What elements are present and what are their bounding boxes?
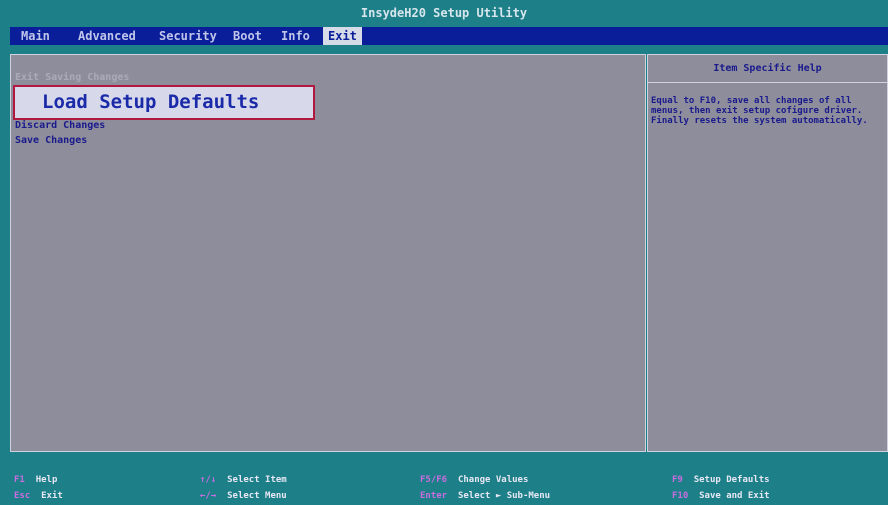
key-desc: Help — [35, 475, 58, 485]
key-label: ↑/↓ — [200, 475, 217, 485]
tab-boot[interactable]: Boot — [228, 27, 267, 45]
window-title: InsydeH20 Setup Utility — [0, 0, 888, 27]
key-desc: Select Item — [227, 475, 287, 485]
tab-main[interactable]: Main — [16, 27, 55, 45]
key-label: Esc — [14, 491, 31, 501]
key-desc: Exit — [41, 491, 63, 501]
key-label: F9 — [672, 475, 683, 485]
key-label: ←/→ — [200, 491, 217, 501]
key-hint-help: F1 Help — [14, 472, 57, 488]
menu-item-load-setup-defaults[interactable]: Load Setup Defaults — [13, 85, 315, 120]
help-title: Item Specific Help — [648, 55, 887, 83]
key-hint-change-values: F5/F6 Change Values — [420, 472, 528, 488]
menu-bar: Main Advanced Security Boot Info Exit — [10, 27, 888, 45]
help-panel: Item Specific Help Equal to F10, save al… — [647, 54, 888, 452]
key-legend: F1 Help Esc Exit ↑/↓ Select Item ←/→ Sel… — [0, 470, 888, 505]
tab-exit[interactable]: Exit — [323, 27, 362, 45]
menu-item-exit-saving-changes[interactable]: Exit Saving Changes — [15, 72, 129, 84]
key-label: F5/F6 — [420, 475, 448, 485]
key-hint-select-menu: ←/→ Select Menu — [200, 488, 287, 504]
key-desc: Select Menu — [227, 491, 287, 501]
key-desc: Select ► Sub-Menu — [457, 491, 551, 501]
key-hint-select-item: ↑/↓ Select Item — [200, 472, 287, 488]
key-label: F1 — [14, 475, 25, 485]
key-hint-save-exit: F10 Save and Exit — [672, 488, 770, 504]
tab-info[interactable]: Info — [276, 27, 315, 45]
menu-item-discard-changes[interactable]: Discard Changes — [15, 120, 105, 132]
key-hint-sub-menu: Enter Select ► Sub-Menu — [420, 488, 550, 504]
key-hint-setup-defaults: F9 Setup Defaults — [672, 472, 770, 488]
tab-security[interactable]: Security — [154, 27, 222, 45]
menu-item-save-changes[interactable]: Save Changes — [15, 135, 87, 147]
key-label: F10 — [672, 491, 689, 501]
tab-advanced[interactable]: Advanced — [73, 27, 141, 45]
key-desc: Setup Defaults — [693, 475, 770, 485]
key-hint-exit: Esc Exit — [14, 488, 63, 504]
key-label: Enter — [420, 491, 448, 501]
help-text: Equal to F10, save all changes of all me… — [651, 96, 868, 126]
key-desc: Save and Exit — [699, 491, 770, 501]
key-desc: Change Values — [457, 475, 529, 485]
